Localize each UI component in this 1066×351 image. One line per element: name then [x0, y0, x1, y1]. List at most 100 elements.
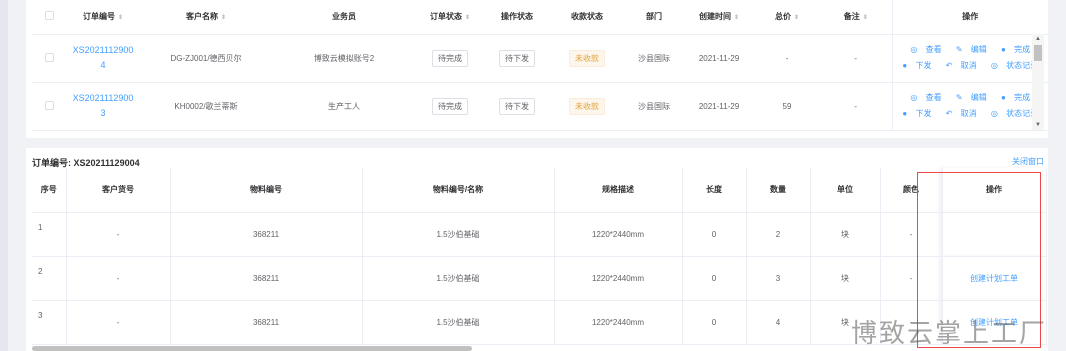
customer-cell: DG-ZJ001/德西贝尔 — [140, 34, 272, 83]
table-row: 1 - 368211 1.5沙伯基础 1220*2440mm 0 2 块 - — [32, 212, 1047, 257]
orders-table: 订单编号 ⬍ 客户名称 ⬍ 业务员 订单状态 ⬍ 操作状态 收款状态 部门 创建时间 ⬍… — [32, 0, 1048, 131]
header-index: 序号 — [32, 168, 67, 213]
header-cust-no: 客户货号 — [66, 168, 171, 213]
header-order-no[interactable]: 订单编号 ⬍ — [66, 0, 140, 35]
order-no-link[interactable]: XS2021112900 3 — [66, 82, 140, 131]
check-circle-icon: ● — [1001, 45, 1006, 54]
view-button[interactable]: ◎ 查看 — [907, 45, 944, 54]
edit-button[interactable]: ✎ 编辑 — [953, 45, 990, 54]
length-cell: 0 — [682, 256, 747, 301]
select-all-checkbox[interactable] — [44, 11, 54, 21]
ops-cell: ◎ 查看 ✎ 编辑 ● 完成 ● 下发 ↶ 取消 ◎ 状态记录 — [891, 82, 1048, 131]
material-name-cell: 1.5沙伯基础 — [362, 256, 555, 301]
undo-icon: ↶ — [945, 109, 953, 118]
material-no-cell: 368211 — [170, 300, 363, 345]
sort-icon[interactable]: ⬍ — [734, 15, 739, 21]
action-cell — [942, 212, 1047, 257]
table-row[interactable]: XS2021112900 3 KH0002/歌兰蒂斯 生产工人 待完成 待下发 未… — [32, 82, 1048, 131]
sort-icon[interactable]: ⬍ — [863, 15, 868, 21]
cancel-button[interactable]: ↶ 取消 — [943, 61, 980, 70]
header-action: 操作 — [942, 168, 1047, 213]
remark-cell: - — [820, 34, 892, 83]
eye-icon: ◎ — [990, 61, 998, 70]
sort-icon[interactable]: ⬍ — [221, 15, 226, 21]
page-left-edge — [0, 0, 8, 351]
undo-icon: ↶ — [945, 61, 953, 70]
header-department: 部门 — [624, 0, 684, 35]
eye-icon: ◎ — [910, 45, 918, 54]
horizontal-scrollbar[interactable] — [32, 346, 472, 351]
material-no-cell: 368211 — [170, 212, 363, 257]
header-qty: 数量 — [746, 168, 811, 213]
eye-icon: ◎ — [910, 93, 918, 102]
dispatch-button[interactable]: ● 下发 — [899, 109, 934, 118]
table-row: 2 - 368211 1.5沙伯基础 1220*2440mm 0 3 块 - 创… — [32, 256, 1047, 301]
index-cell: 2 — [32, 256, 67, 301]
header-salesman: 业务员 — [272, 0, 416, 35]
pay-status-tag: 未收款 — [569, 49, 605, 67]
header-spec: 规格描述 — [554, 168, 683, 213]
pencil-icon: ✎ — [955, 45, 963, 54]
close-window-link[interactable]: 关闭窗口 — [1012, 156, 1044, 167]
salesman-cell: 博致云模拟账号2 — [272, 34, 416, 83]
row-checkbox[interactable] — [44, 100, 54, 110]
order-status-tag: 待完成 — [432, 49, 468, 67]
header-order-status[interactable]: 订单状态 ⬍ — [416, 0, 484, 35]
op-status-tag: 待下发 — [499, 49, 535, 67]
edit-button[interactable]: ✎ 编辑 — [953, 93, 990, 102]
table-row[interactable]: XS2021112900 4 DG-ZJ001/德西贝尔 博致云模拟账号2 待完成… — [32, 34, 1048, 83]
qty-cell: 4 — [746, 300, 811, 345]
sort-icon[interactable]: ⬍ — [794, 15, 799, 21]
material-name-cell: 1.5沙伯基础 — [362, 212, 555, 257]
scroll-down-arrow-icon[interactable]: ▼ — [1035, 122, 1041, 128]
total-cell: - — [754, 34, 820, 83]
create-plan-order-link[interactable]: 创建计划工单 — [970, 274, 1018, 283]
spec-cell: 1220*2440mm — [554, 212, 683, 257]
scroll-up-arrow-icon[interactable]: ▲ — [1035, 36, 1041, 42]
index-cell: 1 — [32, 212, 67, 257]
pencil-icon: ✎ — [955, 93, 963, 102]
header-material-no: 物料编号 — [170, 168, 363, 213]
eye-icon: ◎ — [990, 109, 998, 118]
view-button[interactable]: ◎ 查看 — [907, 93, 944, 102]
cust-no-cell: - — [66, 300, 171, 345]
salesman-cell: 生产工人 — [272, 82, 416, 131]
cust-no-cell: - — [66, 212, 171, 257]
header-pay-status: 收款状态 — [550, 0, 624, 35]
material-no-cell: 368211 — [170, 256, 363, 301]
complete-button[interactable]: ● 完成 — [998, 93, 1033, 102]
material-name-cell: 1.5沙伯基础 — [362, 300, 555, 345]
qty-cell: 3 — [746, 256, 811, 301]
pay-status-tag: 未收款 — [569, 97, 605, 115]
department-cell: 沙县国际 — [624, 82, 684, 131]
header-color: 颜色 — [880, 168, 943, 213]
order-no-link[interactable]: XS2021112900 4 — [66, 34, 140, 83]
header-material-name: 物料编号/名称 — [362, 168, 555, 213]
header-total[interactable]: 总价 ⬍ — [754, 0, 820, 35]
ops-cell: ◎ 查看 ✎ 编辑 ● 完成 ● 下发 ↶ 取消 ◎ 状态记录 — [891, 34, 1048, 83]
header-remark[interactable]: 备注 ⬍ — [820, 0, 892, 35]
info-circle-icon: ● — [902, 61, 908, 70]
orders-header-row: 订单编号 ⬍ 客户名称 ⬍ 业务员 订单状态 ⬍ 操作状态 收款状态 部门 创建时间 ⬍… — [32, 0, 1048, 35]
sort-icon[interactable]: ⬍ — [465, 15, 470, 21]
row-checkbox[interactable] — [44, 52, 54, 62]
vertical-scrollbar[interactable]: ▲ ▼ — [1032, 34, 1044, 130]
orders-panel: 订单编号 ⬍ 客户名称 ⬍ 业务员 订单状态 ⬍ 操作状态 收款状态 部门 创建时间 ⬍… — [26, 0, 1048, 138]
cancel-button[interactable]: ↶ 取消 — [943, 109, 980, 118]
header-customer[interactable]: 客户名称 ⬍ — [140, 0, 272, 35]
unit-cell: 块 — [810, 256, 881, 301]
header-created[interactable]: 创建时间 ⬍ — [684, 0, 754, 35]
action-cell: 创建计划工单 — [942, 256, 1047, 301]
dispatch-button[interactable]: ● 下发 — [899, 61, 934, 70]
spec-cell: 1220*2440mm — [554, 300, 683, 345]
header-length: 长度 — [682, 168, 747, 213]
complete-button[interactable]: ● 完成 — [998, 45, 1033, 54]
watermark: 博致云掌上工厂 — [851, 319, 1048, 349]
created-cell: 2021-11-29 — [684, 82, 754, 131]
scroll-thumb[interactable] — [1034, 45, 1042, 61]
sort-icon[interactable]: ⬍ — [118, 15, 123, 21]
index-cell: 3 — [32, 300, 67, 345]
header-ops: 操作 — [891, 0, 1048, 35]
op-status-tag: 待下发 — [499, 97, 535, 115]
spec-cell: 1220*2440mm — [554, 256, 683, 301]
